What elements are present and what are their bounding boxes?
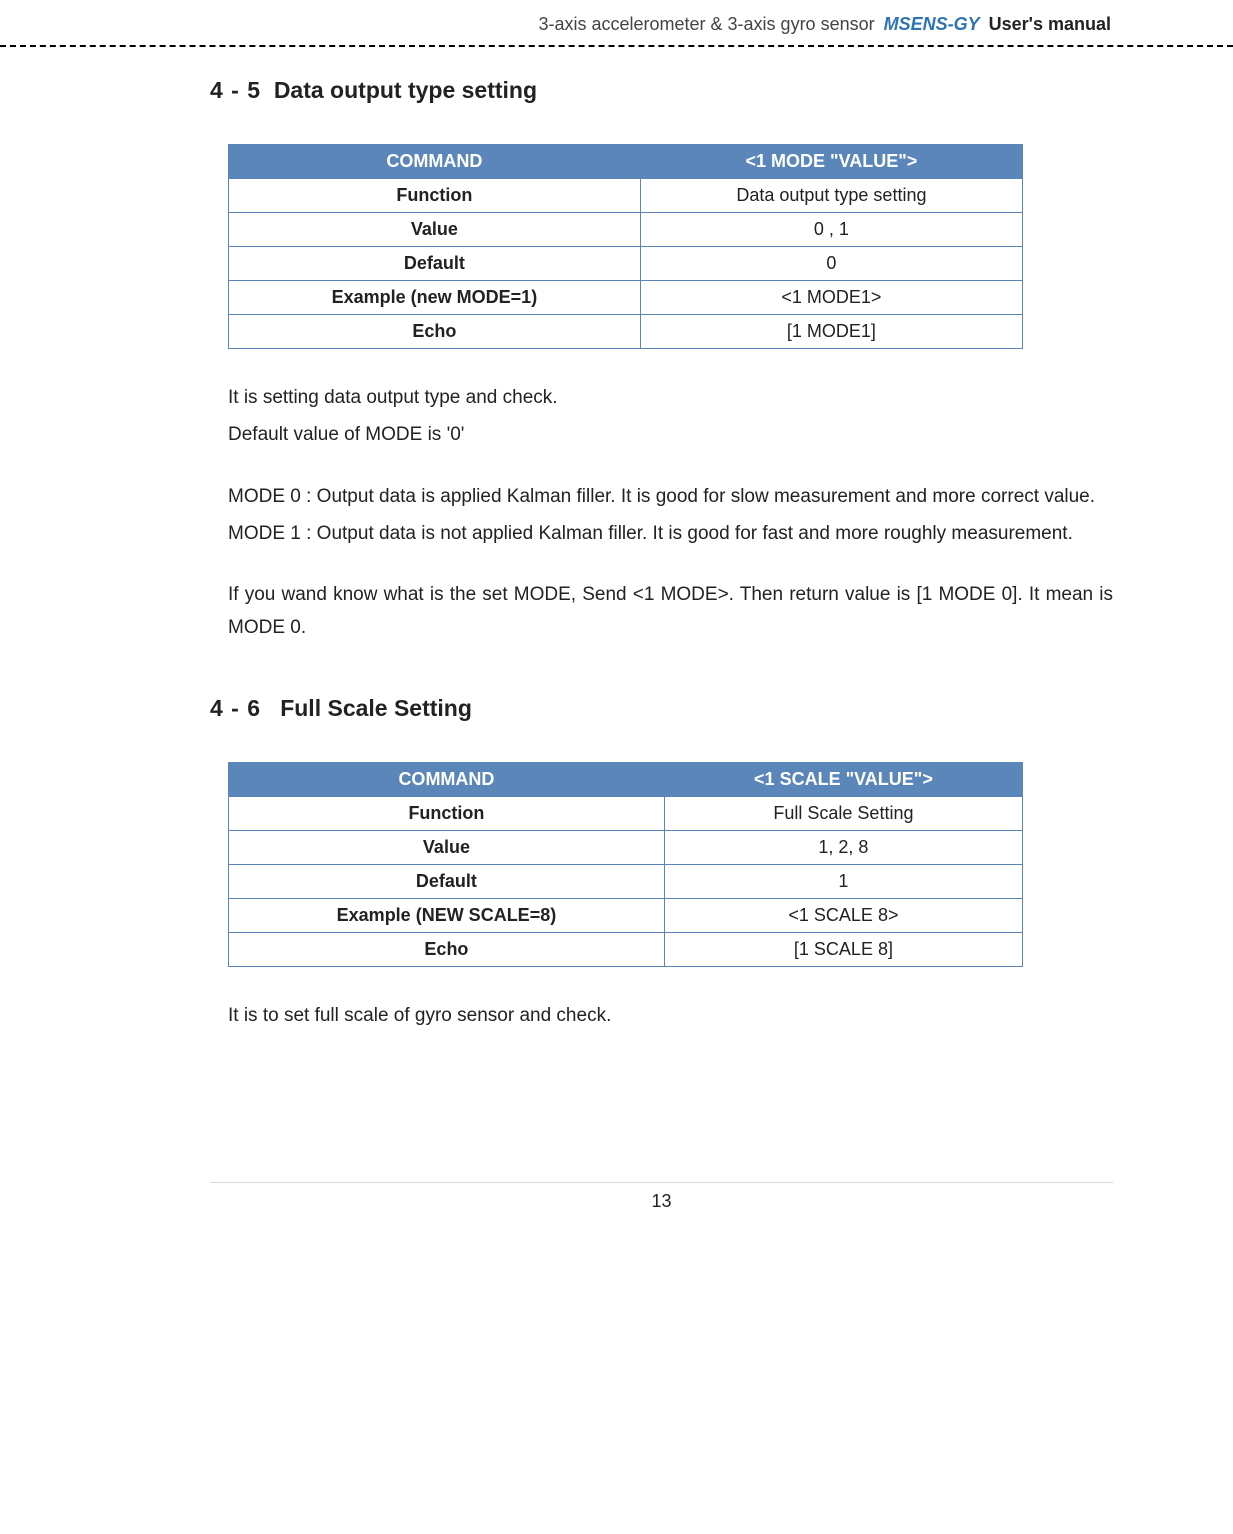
header-divider	[0, 45, 1233, 47]
row-label: Default	[229, 247, 641, 281]
row-label: Default	[229, 864, 665, 898]
header-description: 3-axis accelerometer & 3-axis gyro senso…	[538, 14, 874, 34]
section-4-6-body: It is to set full scale of gyro sensor a…	[228, 999, 1113, 1032]
para-block: It is setting data output type and check…	[228, 381, 1113, 452]
paragraph: MODE 1 : Output data is not applied Kalm…	[228, 517, 1113, 550]
table-row: Echo [1 SCALE 8]	[229, 932, 1023, 966]
page-header: 3-axis accelerometer & 3-axis gyro senso…	[210, 14, 1113, 35]
section-4-6-heading: 4 - 6 Full Scale Setting	[210, 695, 1113, 722]
footer-divider	[210, 1182, 1113, 1183]
paragraph: It is to set full scale of gyro sensor a…	[228, 999, 1113, 1032]
table-row: Value 0 , 1	[229, 213, 1023, 247]
paragraph: MODE 0 : Output data is applied Kalman f…	[228, 480, 1113, 513]
page: 3-axis accelerometer & 3-axis gyro senso…	[0, 0, 1233, 1242]
row-label: Value	[229, 830, 665, 864]
row-label: Echo	[229, 932, 665, 966]
para-block: If you wand know what is the set MODE, S…	[228, 578, 1113, 645]
table-row: Example (new MODE=1) <1 MODE1>	[229, 281, 1023, 315]
section-4-5-heading: 4 - 5 Data output type setting	[210, 77, 1113, 104]
row-value: 0	[640, 247, 1022, 281]
paragraph: It is setting data output type and check…	[228, 381, 1113, 414]
row-value: <1 SCALE 8>	[664, 898, 1022, 932]
header-manual-label: User's manual	[989, 14, 1111, 34]
row-value: Full Scale Setting	[664, 796, 1022, 830]
header-product-name: MSENS-GY	[880, 14, 984, 34]
table-row: Example (NEW SCALE=8) <1 SCALE 8>	[229, 898, 1023, 932]
header-syntax: <1 SCALE "VALUE">	[664, 762, 1022, 796]
table-header-row: COMMAND <1 SCALE "VALUE">	[229, 762, 1023, 796]
section-4-6-number: 4 - 6	[210, 695, 261, 721]
row-label: Echo	[229, 315, 641, 349]
section-4-5-title: Data output type setting	[274, 77, 537, 103]
para-block: It is to set full scale of gyro sensor a…	[228, 999, 1113, 1032]
page-number: 13	[210, 1191, 1113, 1212]
row-value: 1	[664, 864, 1022, 898]
table-row: Function Full Scale Setting	[229, 796, 1023, 830]
row-label: Function	[229, 796, 665, 830]
row-value: <1 MODE1>	[640, 281, 1022, 315]
row-label: Value	[229, 213, 641, 247]
para-block: MODE 0 : Output data is applied Kalman f…	[228, 480, 1113, 551]
header-command: COMMAND	[229, 762, 665, 796]
header-command: COMMAND	[229, 145, 641, 179]
table-row: Default 1	[229, 864, 1023, 898]
scale-table: COMMAND <1 SCALE "VALUE"> Function Full …	[228, 762, 1023, 967]
paragraph: Default value of MODE is '0'	[228, 418, 1113, 451]
row-label: Function	[229, 179, 641, 213]
table-header-row: COMMAND <1 MODE "VALUE">	[229, 145, 1023, 179]
header-syntax: <1 MODE "VALUE">	[640, 145, 1022, 179]
mode-command-table: COMMAND <1 MODE "VALUE"> Function Data o…	[228, 144, 1023, 349]
row-value: [1 SCALE 8]	[664, 932, 1022, 966]
mode-table: COMMAND <1 MODE "VALUE"> Function Data o…	[228, 144, 1023, 349]
section-4-5-number: 4 - 5	[210, 77, 261, 103]
row-value: [1 MODE1]	[640, 315, 1022, 349]
table-row: Echo [1 MODE1]	[229, 315, 1023, 349]
row-label: Example (new MODE=1)	[229, 281, 641, 315]
row-label: Example (NEW SCALE=8)	[229, 898, 665, 932]
table-row: Default 0	[229, 247, 1023, 281]
section-4-6-title: Full Scale Setting	[280, 695, 472, 721]
table-row: Value 1, 2, 8	[229, 830, 1023, 864]
paragraph: If you wand know what is the set MODE, S…	[228, 578, 1113, 645]
row-value: 0 , 1	[640, 213, 1022, 247]
scale-command-table: COMMAND <1 SCALE "VALUE"> Function Full …	[228, 762, 1023, 967]
row-value: 1, 2, 8	[664, 830, 1022, 864]
table-row: Function Data output type setting	[229, 179, 1023, 213]
section-4-5-body: It is setting data output type and check…	[228, 381, 1113, 645]
row-value: Data output type setting	[640, 179, 1022, 213]
